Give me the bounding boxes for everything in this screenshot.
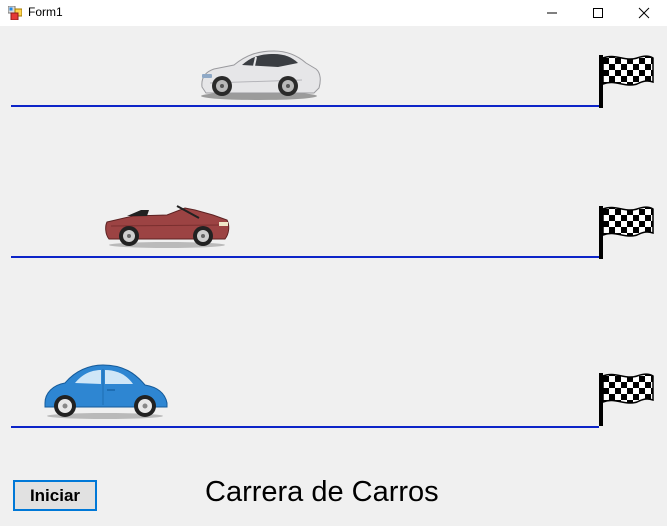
checkered-flag-icon xyxy=(597,52,655,108)
title-bar[interactable]: Form1 xyxy=(0,0,667,26)
track-line-2 xyxy=(11,256,599,258)
blue-beetle-car xyxy=(41,363,169,421)
race-title: Carrera de Carros xyxy=(205,476,439,508)
window-title: Form1 xyxy=(28,5,63,19)
track-line-3 xyxy=(11,426,599,428)
close-icon xyxy=(638,7,650,19)
close-button[interactable] xyxy=(621,0,667,26)
white-sports-car xyxy=(196,47,322,101)
red-convertible-car xyxy=(103,198,231,250)
app-icon xyxy=(7,5,23,21)
maximize-icon xyxy=(593,8,603,18)
maximize-button[interactable] xyxy=(575,0,621,26)
form-window: Form1 Iniciar Carrera de Carros xyxy=(0,0,667,526)
checkered-flag-icon xyxy=(597,203,655,259)
track-line-1 xyxy=(11,105,599,107)
checkered-flag-icon xyxy=(597,370,655,426)
start-button[interactable]: Iniciar xyxy=(13,480,97,511)
minimize-button[interactable] xyxy=(529,0,575,26)
minimize-icon xyxy=(547,12,557,14)
